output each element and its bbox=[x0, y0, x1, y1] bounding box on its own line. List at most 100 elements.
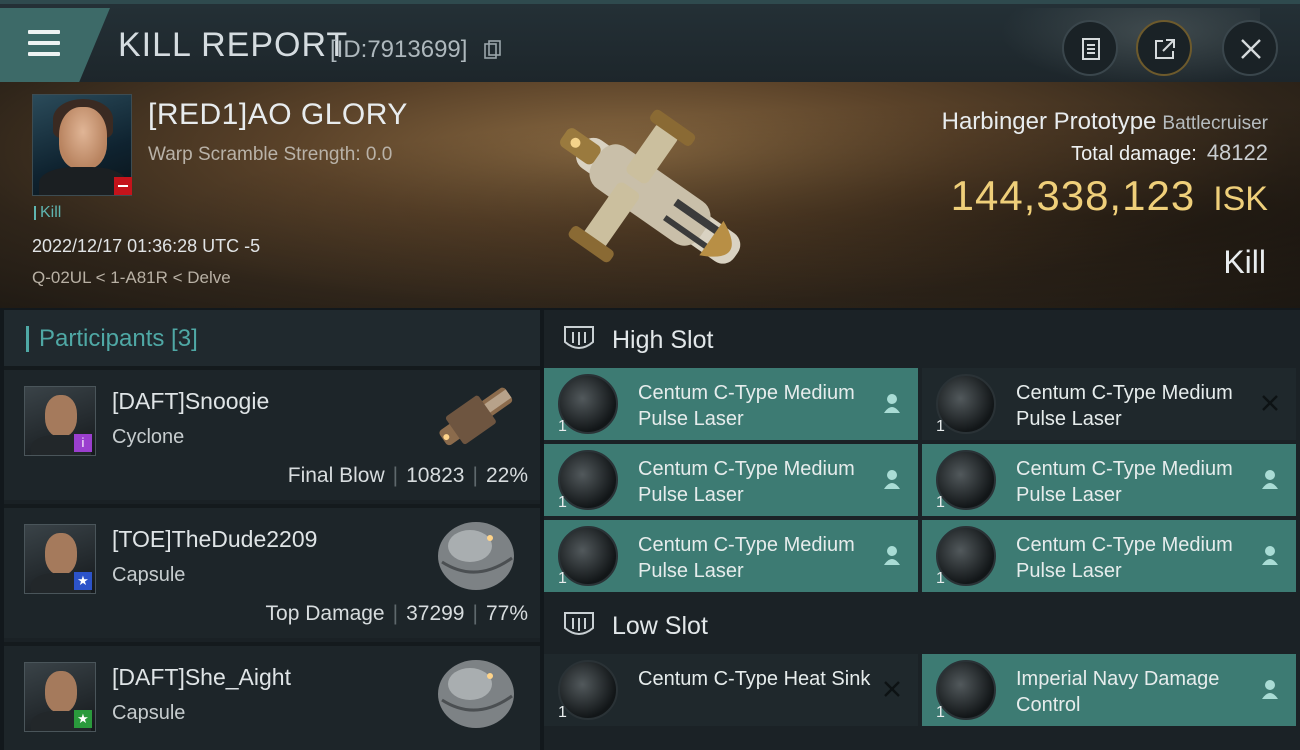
total-damage: Total damage: 48122 bbox=[1071, 140, 1268, 166]
standing-badge-icon: ★ bbox=[74, 572, 92, 590]
participant-stats: Top Damage | 37299 | 77% bbox=[266, 602, 528, 626]
module-quantity: 1 bbox=[936, 494, 945, 511]
victim-banner: [RED1]AO GLORY Warp Scramble Strength: 0… bbox=[0, 82, 1300, 308]
module-quantity: 1 bbox=[936, 704, 945, 721]
isk-value-line: 144,338,123 ISK bbox=[951, 172, 1268, 220]
menu-button[interactable] bbox=[0, 8, 110, 82]
module-quantity: 1 bbox=[558, 418, 567, 435]
module-quantity: 1 bbox=[558, 704, 567, 721]
kill-result: Kill bbox=[1223, 244, 1266, 280]
participant-row[interactable]: ★ [DAFT]She_Aight Capsule bbox=[4, 642, 540, 750]
avatar-face bbox=[45, 395, 77, 437]
background-planet bbox=[1000, 8, 1260, 88]
module-name: Centum C-Type Medium Pulse Laser bbox=[1016, 382, 1233, 430]
module-name: Centum C-Type Medium Pulse Laser bbox=[1016, 534, 1233, 582]
module-name: Centum C-Type Heat Sink bbox=[638, 668, 871, 690]
destroyed-x-icon bbox=[884, 681, 900, 697]
module-tile[interactable]: 1 Centum C-Type Medium Pulse Laser bbox=[544, 520, 918, 592]
copy-icon[interactable] bbox=[484, 40, 502, 60]
isk-unit: ISK bbox=[1213, 180, 1268, 218]
separator: | bbox=[392, 464, 399, 487]
ship-class: Battlecruiser bbox=[1162, 113, 1268, 134]
participant-role: Final Blow bbox=[287, 464, 385, 487]
participant-damage: 37299 bbox=[406, 602, 465, 625]
module-quantity: 1 bbox=[558, 494, 567, 511]
module-name: Centum C-Type Medium Pulse Laser bbox=[638, 534, 855, 582]
participant-name: [DAFT]Snoogie bbox=[112, 388, 270, 414]
clipboard-icon bbox=[1082, 38, 1100, 60]
avatar-face bbox=[45, 533, 77, 575]
separator: | bbox=[472, 602, 478, 625]
participant-percent: 77% bbox=[485, 602, 528, 625]
hamburger-icon-bar bbox=[28, 52, 60, 56]
participant-row[interactable]: i [DAFT]Snoogie Cyclone Final Blow | 10823… bbox=[4, 366, 540, 500]
close-icon bbox=[1241, 39, 1261, 59]
module-icon bbox=[558, 374, 618, 434]
report-id: [ID:7913699] bbox=[330, 36, 468, 63]
destroyed-x-icon bbox=[1262, 395, 1278, 411]
module-tile[interactable]: 1 Centum C-Type Medium Pulse Laser bbox=[922, 368, 1296, 440]
module-quantity: 1 bbox=[936, 418, 945, 435]
high-slot-icon bbox=[564, 326, 594, 349]
isk-value: 144,338,123 bbox=[950, 172, 1196, 219]
module-name: Imperial Navy Damage Control bbox=[1016, 668, 1220, 716]
cyclone-ship-image bbox=[439, 387, 513, 446]
separator: | bbox=[392, 602, 399, 625]
capsule-ship-image bbox=[438, 660, 514, 728]
warp-scramble-strength: Warp Scramble Strength: 0.0 bbox=[148, 144, 393, 165]
pilot-icon bbox=[1262, 680, 1278, 699]
module-tile[interactable]: 1 Imperial Navy Damage Control bbox=[922, 654, 1296, 726]
victim-ship-image[interactable] bbox=[525, 90, 775, 300]
total-damage-value: 48122 bbox=[1206, 140, 1268, 165]
title-bar: KILL REPORT [ID:7913699] bbox=[0, 0, 1300, 88]
fitting-panel: High Slot 1 Centum C-Type Medium Pulse La… bbox=[544, 310, 1300, 750]
pilot-icon bbox=[884, 394, 900, 413]
module-icon bbox=[936, 450, 996, 510]
participant-damage: 10823 bbox=[406, 464, 465, 487]
module-icon bbox=[936, 660, 996, 720]
standing-badge-icon: i bbox=[74, 434, 92, 452]
module-icon bbox=[558, 526, 618, 586]
pilot-icon bbox=[1262, 546, 1278, 565]
ship-info: Harbinger Prototype Battlecruiser bbox=[942, 108, 1268, 136]
participants-header: Participants [3] bbox=[4, 310, 540, 368]
high-slot-header: High Slot bbox=[544, 310, 1300, 368]
ship-name[interactable]: Harbinger Prototype bbox=[942, 108, 1157, 135]
participant-row[interactable]: ★ [TOE]TheDude2209 Capsule Top Damage | 37… bbox=[4, 504, 540, 638]
share-button[interactable] bbox=[1136, 20, 1192, 76]
participant-role: Top Damage bbox=[265, 602, 385, 625]
module-tile[interactable]: 1 Centum C-Type Medium Pulse Laser bbox=[922, 520, 1296, 592]
portrait-face bbox=[59, 107, 107, 169]
kill-location[interactable]: Q-02UL < 1-A81R < Delve bbox=[32, 268, 231, 288]
module-quantity: 1 bbox=[558, 570, 567, 587]
module-tile[interactable]: 1 Centum C-Type Medium Pulse Laser bbox=[544, 368, 918, 440]
pilot-icon bbox=[884, 470, 900, 489]
participant-stats: Final Blow | 10823 | 22% bbox=[288, 464, 528, 488]
avatar-face bbox=[45, 671, 77, 713]
module-icon bbox=[558, 450, 618, 510]
participant-ship: Capsule bbox=[112, 564, 186, 586]
participant-name: [TOE]TheDude2209 bbox=[112, 526, 318, 552]
module-name: Centum C-Type Medium Pulse Laser bbox=[638, 382, 855, 430]
module-tile[interactable]: 1 Centum C-Type Medium Pulse Laser bbox=[922, 444, 1296, 516]
participant-ship: Cyclone bbox=[112, 426, 185, 448]
low-slot-icon bbox=[564, 612, 594, 635]
participants-title[interactable]: Participants [3] bbox=[26, 326, 198, 352]
close-button[interactable] bbox=[1222, 20, 1278, 76]
module-quantity: 1 bbox=[936, 570, 945, 587]
module-icon bbox=[558, 660, 618, 720]
module-icon bbox=[936, 526, 996, 586]
module-icon bbox=[936, 374, 996, 434]
participants-panel: Participants [3] i [DAFT]Snoogie Cyclone… bbox=[4, 310, 540, 750]
pilot-icon bbox=[884, 546, 900, 565]
clipboard-button[interactable] bbox=[1062, 20, 1118, 76]
kill-type-tag: Kill bbox=[34, 205, 61, 221]
pilot-icon bbox=[1262, 470, 1278, 489]
victim-name[interactable]: [RED1]AO GLORY bbox=[148, 98, 408, 132]
standing-badge-icon: ★ bbox=[74, 710, 92, 728]
module-tile[interactable]: 1 Centum C-Type Heat Sink bbox=[544, 654, 918, 726]
hamburger-icon bbox=[28, 30, 60, 34]
module-tile[interactable]: 1 Centum C-Type Medium Pulse Laser bbox=[544, 444, 918, 516]
hostile-standing-icon bbox=[114, 177, 132, 195]
separator: | bbox=[472, 464, 478, 487]
